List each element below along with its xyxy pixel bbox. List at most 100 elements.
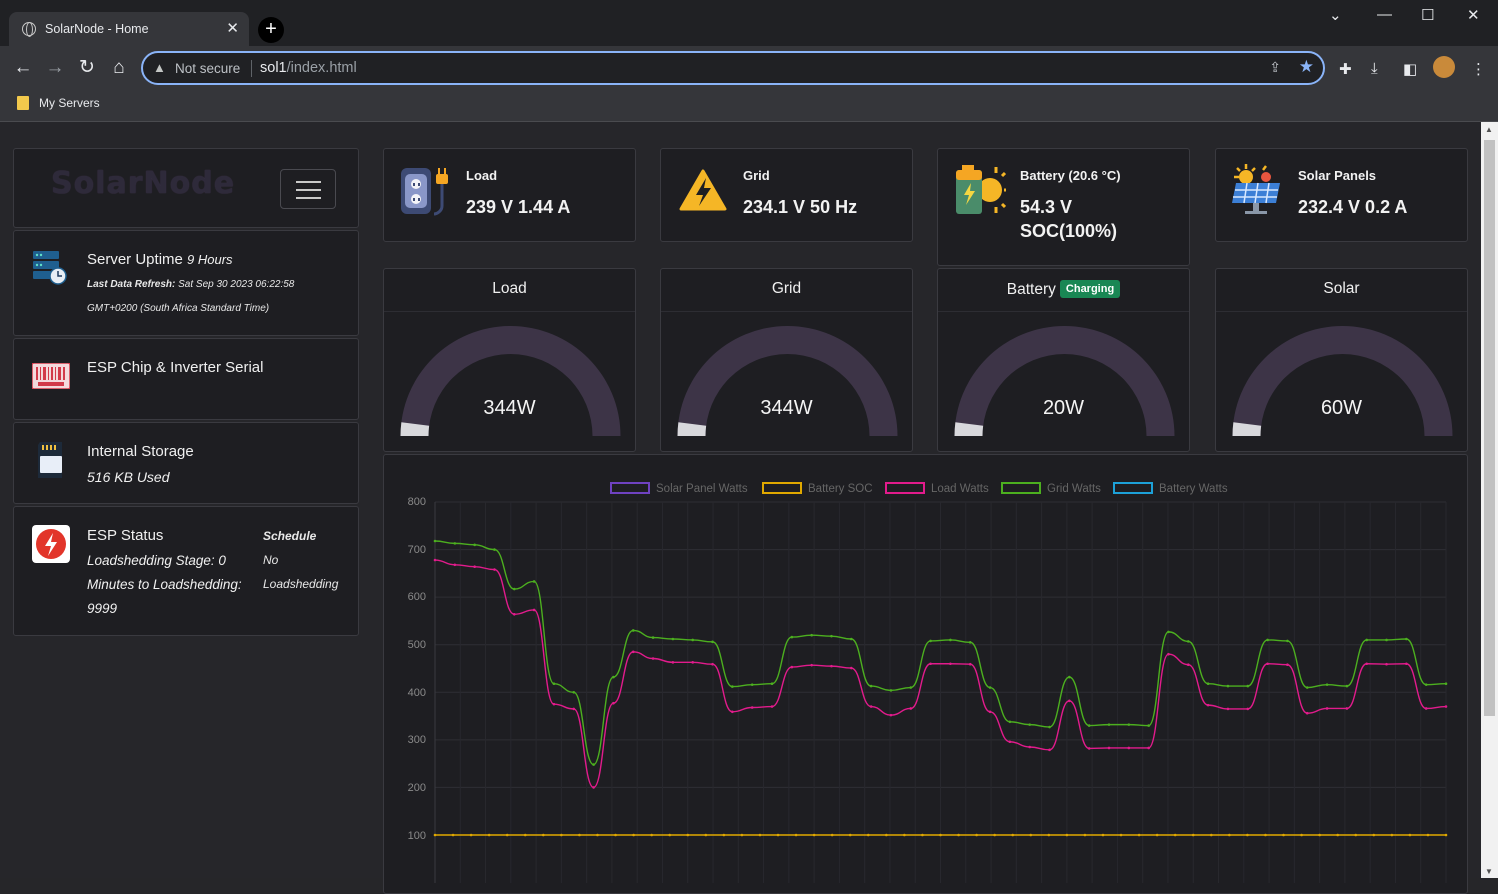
data-point: [1405, 637, 1408, 641]
menu-toggle-button[interactable]: [280, 169, 336, 209]
gauge-divider: [384, 311, 635, 312]
esp-status-label: ESP Status: [87, 527, 164, 544]
kpi-value-battery-soc: SOC(100%): [1020, 221, 1118, 241]
data-point: [988, 710, 992, 714]
scroll-thumb[interactable]: [1484, 140, 1495, 716]
tab-title: SolarNode - Home: [45, 22, 149, 36]
gauge-value-grid: 344W: [760, 397, 813, 419]
side-panel-icon[interactable]: ◧: [1403, 60, 1417, 78]
data-point: [596, 833, 599, 837]
data-point: [453, 542, 457, 545]
extensions-icon[interactable]: ✚: [1339, 60, 1352, 78]
data-point: [542, 833, 545, 837]
data-point: [433, 558, 437, 562]
solarnode-logo[interactable]: SolarNode: [51, 166, 235, 201]
data-point: [1119, 833, 1123, 837]
data-point: [1345, 707, 1349, 710]
reload-icon[interactable]: ↻: [75, 56, 99, 80]
data-point: [631, 629, 635, 632]
data-point: [1354, 833, 1358, 837]
esp-serial-card[interactable]: ESP Chip & Inverter Serial: [13, 338, 359, 420]
minimize-icon[interactable]: —: [1377, 6, 1392, 23]
gauge-solar-card: Solar 60W: [1215, 268, 1468, 452]
barcode-icon: [32, 363, 70, 389]
download-icon[interactable]: ⤓: [1371, 60, 1378, 77]
data-point: [957, 833, 960, 837]
loadshedding-stage: Loadshedding Stage: 0: [87, 553, 226, 568]
maximize-icon[interactable]: ☐: [1421, 6, 1434, 24]
address-url[interactable]: sol1/index.html: [260, 60, 357, 76]
data-point: [1325, 707, 1329, 710]
browser-tab[interactable]: SolarNode - Home ✕: [9, 12, 249, 46]
data-point: [1048, 725, 1051, 729]
uptime-value: 9 Hours: [187, 252, 233, 267]
data-point: [1300, 833, 1303, 837]
hamburger-line: [296, 181, 321, 183]
data-point: [592, 763, 595, 766]
scroll-down-icon[interactable]: ▼: [1485, 867, 1493, 876]
data-point: [909, 707, 913, 710]
sd-card-icon: [38, 442, 62, 478]
loadshedding-icon: [32, 525, 70, 563]
page-scrollbar[interactable]: ▲ ▼: [1481, 122, 1498, 878]
gauge-solar: [1232, 326, 1453, 436]
close-tab-icon[interactable]: ✕: [226, 19, 239, 37]
tab-strip: SolarNode - Home ✕ + ⌄ — ☐ ✕: [0, 0, 1498, 46]
data-point: [1444, 833, 1448, 837]
warning-icon[interactable]: ▲: [153, 60, 166, 75]
esp-serial-label: ESP Chip & Inverter Serial: [87, 359, 264, 376]
data-point: [1444, 705, 1448, 708]
tab-search-icon[interactable]: ⌄: [1329, 6, 1342, 24]
data-point: [1266, 638, 1269, 642]
kpi-label-solar: Solar Panels: [1298, 168, 1377, 183]
gauge-title-battery-row: Battery Charging: [938, 280, 1189, 299]
data-point: [968, 641, 972, 644]
kpi-battery-card: Battery (20.6 °C) 54.3 V SOC(100%): [937, 148, 1190, 266]
share-icon[interactable]: ⇪: [1269, 59, 1281, 76]
data-point: [993, 833, 996, 837]
new-tab-button[interactable]: +: [258, 17, 284, 43]
close-window-icon[interactable]: ✕: [1467, 6, 1480, 24]
data-point: [1147, 724, 1150, 727]
data-point: [1246, 684, 1250, 688]
data-point: [1345, 684, 1349, 688]
minutes-value: 9999: [87, 601, 118, 616]
data-point: [711, 662, 714, 666]
scroll-up-icon[interactable]: ▲: [1485, 125, 1493, 134]
data-point: [552, 702, 556, 706]
kpi-label-load: Load: [466, 168, 498, 183]
folder-icon[interactable]: [17, 96, 29, 110]
data-point: [493, 568, 496, 571]
forward-icon[interactable]: →: [43, 56, 67, 80]
data-point: [1210, 833, 1213, 837]
menu-dots-icon[interactable]: ⋮: [1471, 60, 1486, 78]
battery-sun-icon: [956, 165, 1006, 214]
data-point: [1028, 745, 1032, 749]
data-point: [731, 710, 734, 714]
kpi-value-load: 239 V 1.44 A: [466, 197, 571, 217]
data-point: [523, 833, 527, 837]
server-clock-icon: [33, 251, 67, 285]
data-point: [1048, 748, 1051, 752]
url-path: /index.html: [286, 60, 357, 76]
data-point: [1206, 703, 1210, 707]
bookmark-my-servers[interactable]: My Servers: [39, 96, 100, 110]
data-point: [1186, 640, 1190, 643]
profile-avatar[interactable]: [1433, 56, 1455, 78]
data-point: [671, 661, 675, 664]
data-point: [473, 565, 476, 568]
data-point: [650, 833, 653, 837]
gauge-value-battery: 20W: [1042, 397, 1085, 419]
address-bar[interactable]: ▲ Not secure sol1/index.html ⇪ ★: [141, 51, 1325, 85]
home-icon[interactable]: ⌂: [107, 56, 131, 80]
data-point: [1068, 675, 1071, 679]
back-icon[interactable]: ←: [11, 56, 35, 80]
data-point: [1191, 833, 1195, 837]
data-point: [1246, 833, 1249, 837]
not-secure-label[interactable]: Not secure: [175, 61, 240, 76]
data-point: [1228, 833, 1231, 837]
data-point: [671, 637, 675, 641]
data-point: [790, 665, 794, 669]
bookmark-star-icon[interactable]: ★: [1299, 57, 1314, 77]
data-point: [921, 833, 924, 837]
